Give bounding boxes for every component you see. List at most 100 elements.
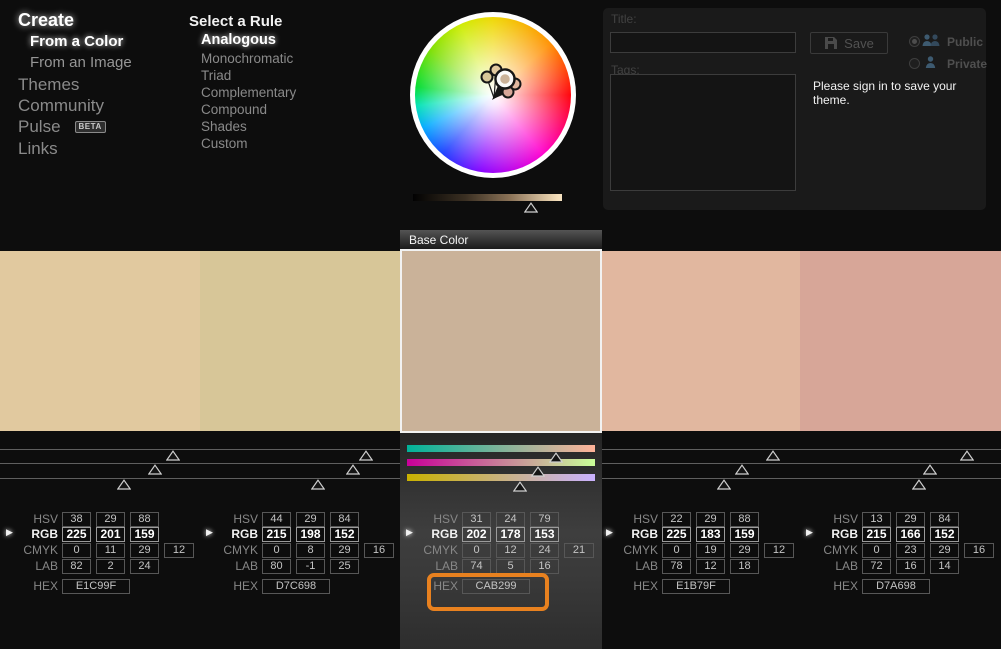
lab-row-label[interactable]: LAB (800, 559, 858, 573)
rgb-value-2[interactable]: 198 (296, 527, 325, 542)
lab-row-label[interactable]: LAB (200, 559, 258, 573)
hsv-value-3[interactable]: 84 (930, 512, 959, 527)
rgb-value-3[interactable]: 153 (530, 527, 559, 542)
lab-value-1[interactable]: 80 (262, 559, 291, 574)
title-input[interactable] (610, 32, 796, 53)
slider-handle-col3-row2[interactable] (530, 466, 546, 477)
cmyk-row-label[interactable]: CMYK (600, 543, 658, 557)
lab-value-2[interactable]: 16 (896, 559, 925, 574)
cmyk-value-1[interactable]: 0 (262, 543, 291, 558)
green-channel-slider[interactable] (407, 459, 595, 466)
rgb-value-2[interactable]: 183 (696, 527, 725, 542)
cmyk-value-3[interactable]: 29 (330, 543, 359, 558)
cmyk-value-2[interactable]: 12 (496, 543, 525, 558)
rgb-value-2[interactable]: 201 (96, 527, 125, 542)
hsv-row-label[interactable]: HSV (200, 512, 258, 526)
slider-handle-col1-row2[interactable] (147, 464, 163, 475)
lab-value-3[interactable]: 24 (130, 559, 159, 574)
cmyk-value-4[interactable]: 12 (764, 543, 794, 558)
hsv-value-2[interactable]: 24 (496, 512, 525, 527)
rule-custom[interactable]: Custom (201, 135, 248, 152)
rgb-value-2[interactable]: 178 (496, 527, 525, 542)
brightness-slider[interactable] (413, 194, 562, 201)
rgb-slider-mode-arrow[interactable]: ▶ (6, 527, 13, 538)
cmyk-value-3[interactable]: 29 (930, 543, 959, 558)
lab-value-2[interactable]: 5 (496, 559, 525, 574)
rgb-value-1[interactable]: 215 (862, 527, 891, 542)
swatch-5[interactable] (800, 251, 1001, 431)
lab-value-3[interactable]: 25 (330, 559, 359, 574)
swatch-2[interactable] (200, 251, 400, 431)
lab-value-1[interactable]: 82 (62, 559, 91, 574)
nav-themes[interactable]: Themes (18, 75, 79, 95)
rgb-slider-mode-arrow[interactable]: ▶ (806, 527, 813, 538)
hsv-row-label[interactable]: HSV (400, 512, 458, 526)
slider-handle-col2-row2[interactable] (345, 464, 361, 475)
rgb-value-1[interactable]: 225 (662, 527, 691, 542)
slider-handle-col4-row1[interactable] (766, 450, 781, 461)
public-radio[interactable] (909, 36, 920, 47)
marker-swatch-2[interactable] (480, 70, 494, 84)
base-marker[interactable] (496, 70, 514, 88)
hsv-value-3[interactable]: 84 (330, 512, 359, 527)
lab-value-3[interactable]: 18 (730, 559, 759, 574)
nav-from-an-image[interactable]: From an Image (30, 54, 132, 71)
lab-value-1[interactable]: 74 (462, 559, 491, 574)
nav-from-a-color[interactable]: From a Color (30, 33, 123, 50)
hsv-value-3[interactable]: 88 (130, 512, 159, 527)
rule-triad[interactable]: Triad (201, 67, 231, 84)
rgb-value-1[interactable]: 225 (62, 527, 91, 542)
blue-channel-slider[interactable] (407, 474, 595, 481)
hsv-value-1[interactable]: 22 (662, 512, 691, 527)
lab-value-1[interactable]: 78 (662, 559, 691, 574)
cmyk-row-label[interactable]: CMYK (0, 543, 58, 557)
hex-value[interactable]: D7A698 (862, 579, 930, 594)
hex-value[interactable]: E1C99F (62, 579, 130, 594)
hsv-value-3[interactable]: 88 (730, 512, 759, 527)
hsv-value-1[interactable]: 38 (62, 512, 91, 527)
hex-value[interactable]: E1B79F (662, 579, 730, 594)
cmyk-value-1[interactable]: 0 (462, 543, 491, 558)
slider-handle-col5-row3[interactable] (911, 479, 927, 490)
hsv-value-1[interactable]: 31 (462, 512, 491, 527)
swatch-4[interactable] (600, 251, 800, 431)
rgb-value-1[interactable]: 202 (462, 527, 491, 542)
slider-handle-col1-row1[interactable] (166, 450, 181, 461)
cmyk-value-2[interactable]: 19 (696, 543, 725, 558)
cmyk-value-3[interactable]: 24 (530, 543, 559, 558)
save-button[interactable]: Save (810, 32, 888, 54)
hsv-value-2[interactable]: 29 (696, 512, 725, 527)
rule-shades[interactable]: Shades (201, 118, 247, 135)
nav-links[interactable]: Links (18, 139, 58, 159)
hsv-value-2[interactable]: 29 (296, 512, 325, 527)
hex-value[interactable]: D7C698 (262, 579, 330, 594)
rgb-value-3[interactable]: 152 (330, 527, 359, 542)
slider-handle-col3-row1[interactable] (548, 452, 564, 463)
cmyk-row-label[interactable]: CMYK (800, 543, 858, 557)
red-channel-slider[interactable] (407, 445, 595, 452)
hsv-row-label[interactable]: HSV (800, 512, 858, 526)
rgb-value-3[interactable]: 159 (730, 527, 759, 542)
cmyk-value-1[interactable]: 0 (662, 543, 691, 558)
slider-handle-col1-row3[interactable] (116, 479, 132, 490)
hsv-row-label[interactable]: HSV (0, 512, 58, 526)
wheel-selection-markers[interactable] (410, 12, 576, 178)
hsv-row-label[interactable]: HSV (600, 512, 658, 526)
cmyk-value-2[interactable]: 8 (296, 543, 325, 558)
rule-analogous[interactable]: Analogous (201, 32, 276, 49)
hex-value[interactable]: CAB299 (462, 579, 530, 594)
slider-handle-col4-row3[interactable] (716, 479, 732, 490)
hsv-value-2[interactable]: 29 (896, 512, 925, 527)
rule-monochromatic[interactable]: Monochromatic (201, 50, 293, 67)
hsv-value-1[interactable]: 44 (262, 512, 291, 527)
cmyk-value-1[interactable]: 0 (862, 543, 891, 558)
hsv-value-1[interactable]: 13 (862, 512, 891, 527)
rgb-slider-mode-arrow[interactable]: ▶ (206, 527, 213, 538)
slider-handle-col5-row1[interactable] (959, 450, 975, 461)
private-label[interactable]: Private (947, 57, 987, 71)
nav-create[interactable]: Create (18, 10, 74, 31)
swatch-3-base[interactable] (400, 249, 602, 433)
rgb-value-2[interactable]: 166 (896, 527, 925, 542)
cmyk-value-3[interactable]: 29 (730, 543, 759, 558)
rgb-value-3[interactable]: 159 (130, 527, 159, 542)
